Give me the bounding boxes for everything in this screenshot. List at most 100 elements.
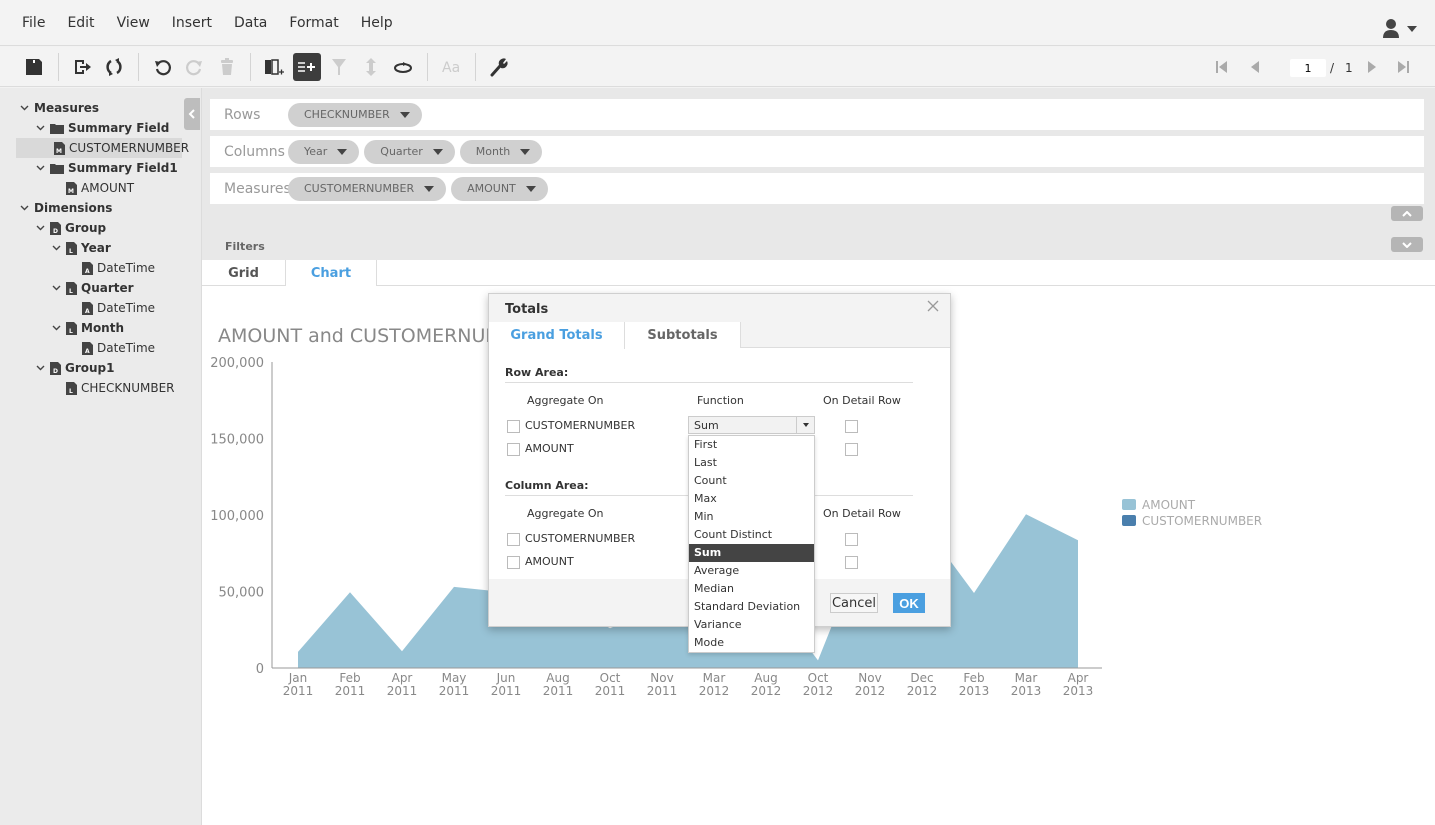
columns-shelf[interactable]: Columns Year Quarter Month <box>210 136 1424 167</box>
chevron-down-icon[interactable] <box>34 165 46 171</box>
measures-shelf[interactable]: Measures CUSTOMERNUMBER AMOUNT <box>210 173 1424 204</box>
menu-view[interactable]: View <box>117 15 150 31</box>
close-icon[interactable] <box>926 299 940 313</box>
function-option[interactable]: Last <box>689 454 814 472</box>
cancel-button[interactable]: Cancel <box>830 593 878 613</box>
row-customernumber-detail-checkbox[interactable] <box>845 420 858 433</box>
col-amount-checkbox[interactable] <box>507 556 520 569</box>
col-customernumber-checkbox[interactable] <box>507 533 520 546</box>
tree-item[interactable]: L Month <box>0 318 124 338</box>
undo-button[interactable] <box>151 55 175 79</box>
tab-chart[interactable]: Chart <box>286 260 377 287</box>
sort-button[interactable] <box>359 55 383 79</box>
export-button[interactable] <box>70 55 94 79</box>
tree-item[interactable]: A DateTime <box>0 298 155 318</box>
rows-pill[interactable]: CHECKNUMBER <box>288 102 422 127</box>
tree-item[interactable]: Dimensions <box>0 198 112 218</box>
x-tick-label: 2013 <box>1063 684 1094 698</box>
rows-shelf[interactable]: Rows CHECKNUMBER <box>210 99 1424 130</box>
function-option[interactable]: Max <box>689 490 814 508</box>
tree-item[interactable]: D Group <box>0 218 106 238</box>
first-page-button[interactable] <box>1215 60 1229 77</box>
add-row-button[interactable] <box>293 53 321 81</box>
tree-item[interactable]: M AMOUNT <box>0 178 134 198</box>
chevron-down-icon[interactable] <box>18 205 30 211</box>
chevron-down-icon[interactable] <box>18 105 30 111</box>
delete-button[interactable] <box>215 55 239 79</box>
measures-pill-amount[interactable]: AMOUNT <box>451 176 548 201</box>
tab-subtotals[interactable]: Subtotals <box>625 322 741 348</box>
chevron-down-icon[interactable] <box>34 125 46 131</box>
collapse-shelves-button[interactable] <box>1391 206 1423 221</box>
menu-insert[interactable]: Insert <box>172 15 212 31</box>
settings-button[interactable] <box>487 55 511 79</box>
tree-item[interactable]: M CUSTOMERNUMBER <box>16 138 189 158</box>
tree-item[interactable]: Summary Field <box>0 118 169 138</box>
menu-file[interactable]: File <box>22 15 45 31</box>
filter-button[interactable] <box>327 55 351 79</box>
expand-filters-button[interactable] <box>1391 237 1423 252</box>
function-option[interactable]: Count Distinct <box>689 526 814 544</box>
tree-item[interactable]: A DateTime <box>0 258 155 278</box>
columns-pill-quarter[interactable]: Quarter <box>364 139 455 164</box>
user-menu-button[interactable] <box>1383 18 1417 38</box>
ok-button[interactable]: OK <box>893 593 925 613</box>
col-customernumber-detail-checkbox[interactable] <box>845 533 858 546</box>
save-button[interactable] <box>22 55 46 79</box>
svg-text:L: L <box>69 248 73 255</box>
x-tick-label: 2011 <box>283 684 314 698</box>
row-amount-detail-checkbox[interactable] <box>845 443 858 456</box>
chevron-down-icon[interactable] <box>50 245 62 251</box>
row-customernumber-checkbox[interactable] <box>507 420 520 433</box>
function-option[interactable]: Min <box>689 508 814 526</box>
add-column-button[interactable] <box>262 55 286 79</box>
function-option[interactable]: First <box>689 436 814 454</box>
undo-icon <box>155 60 171 76</box>
row-amount-checkbox[interactable] <box>507 443 520 456</box>
chevron-down-icon[interactable] <box>34 225 46 231</box>
last-page-button[interactable] <box>1396 60 1410 77</box>
function-option[interactable]: Sum <box>689 544 814 562</box>
legend-swatch <box>1122 515 1136 526</box>
chevron-down-icon[interactable] <box>50 325 62 331</box>
redo-button[interactable] <box>182 55 206 79</box>
tree-item[interactable]: L Quarter <box>0 278 134 298</box>
columns-pill-year[interactable]: Year <box>288 139 360 164</box>
function-option[interactable]: Average <box>689 562 814 580</box>
toolbar-separator <box>250 53 251 81</box>
refresh-button[interactable] <box>102 55 126 79</box>
prev-page-button[interactable] <box>1249 60 1261 77</box>
tab-grand-totals[interactable]: Grand Totals <box>489 322 625 349</box>
next-page-button[interactable] <box>1366 60 1378 77</box>
tree-item[interactable]: A DateTime <box>0 338 155 358</box>
tree-item[interactable]: L Year <box>0 238 111 258</box>
function-option[interactable]: Standard Deviation <box>689 598 814 616</box>
measures-pill-customernumber[interactable]: CUSTOMERNUMBER <box>288 176 447 201</box>
function-option[interactable]: Mode <box>689 634 814 652</box>
columns-pill-month[interactable]: Month <box>459 139 543 164</box>
x-tick-label: Dec <box>910 671 933 685</box>
collapse-sidebar-button[interactable] <box>184 98 200 130</box>
menu-format[interactable]: Format <box>289 15 338 31</box>
level-icon: L <box>66 281 77 295</box>
tree-item[interactable]: Measures <box>0 98 99 118</box>
menu-help[interactable]: Help <box>361 15 393 31</box>
menu-data[interactable]: Data <box>234 15 267 31</box>
user-icon <box>1383 19 1399 38</box>
function-select[interactable]: Sum <box>688 416 815 434</box>
tab-grid[interactable]: Grid <box>202 260 286 286</box>
menu-edit[interactable]: Edit <box>67 15 94 31</box>
function-option[interactable]: Variance <box>689 616 814 634</box>
chevron-down-icon[interactable] <box>50 285 62 291</box>
tree-item[interactable]: D Group1 <box>0 358 115 378</box>
function-option[interactable]: Median <box>689 580 814 598</box>
chevron-up-icon <box>1402 210 1412 217</box>
swap-button[interactable] <box>391 55 415 79</box>
tree-item[interactable]: Summary Field1 <box>0 158 178 178</box>
page-number-input[interactable] <box>1290 59 1326 77</box>
chevron-down-icon[interactable] <box>34 365 46 371</box>
tree-item[interactable]: L CHECKNUMBER <box>0 378 175 398</box>
function-option[interactable]: Count <box>689 472 814 490</box>
font-button[interactable]: Aa <box>440 55 464 79</box>
col-amount-detail-checkbox[interactable] <box>845 556 858 569</box>
